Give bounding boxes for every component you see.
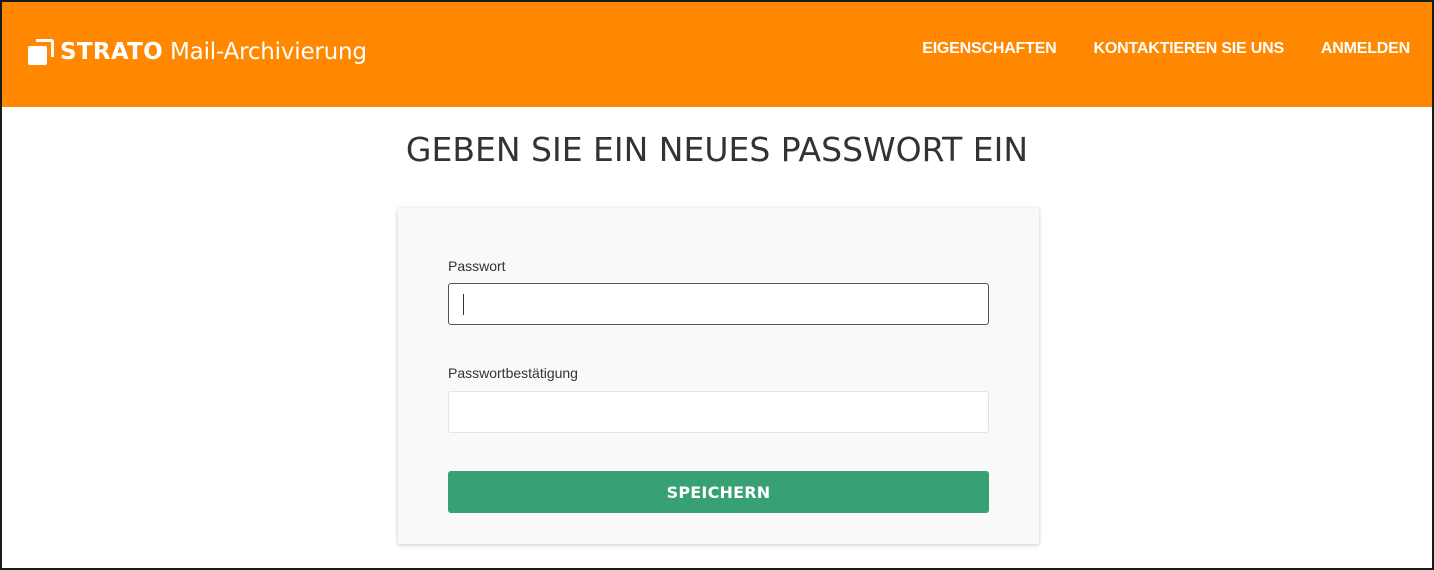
logo[interactable]: STRATO Mail-Archivierung bbox=[28, 35, 367, 69]
save-button[interactable]: SPEICHERN bbox=[448, 471, 989, 513]
logo-product: Mail-Archivierung bbox=[170, 39, 367, 65]
password-confirm-label: Passwortbestätigung bbox=[448, 365, 578, 381]
password-label: Passwort bbox=[448, 258, 506, 274]
nav-link-kontakt[interactable]: KONTAKTIEREN SIE UNS bbox=[1094, 40, 1285, 58]
main-nav: EIGENSCHAFTEN KONTAKTIEREN SIE UNS ANMEL… bbox=[922, 40, 1410, 58]
password-confirm-input[interactable] bbox=[448, 391, 989, 433]
nav-link-anmelden[interactable]: ANMELDEN bbox=[1321, 40, 1410, 58]
top-header: STRATO Mail-Archivierung EIGENSCHAFTEN K… bbox=[2, 2, 1432, 107]
password-form-card: Passwort Passwortbestätigung SPEICHERN bbox=[398, 208, 1039, 544]
password-input[interactable] bbox=[448, 283, 989, 325]
text-cursor bbox=[463, 294, 464, 315]
page-title: GEBEN SIE EIN NEUES PASSWORT EIN bbox=[405, 130, 1029, 169]
strato-logo-icon bbox=[28, 39, 54, 65]
page-frame: STRATO Mail-Archivierung EIGENSCHAFTEN K… bbox=[0, 0, 1434, 570]
logo-brand: STRATO bbox=[60, 39, 164, 65]
nav-link-eigenschaften[interactable]: EIGENSCHAFTEN bbox=[922, 40, 1057, 58]
